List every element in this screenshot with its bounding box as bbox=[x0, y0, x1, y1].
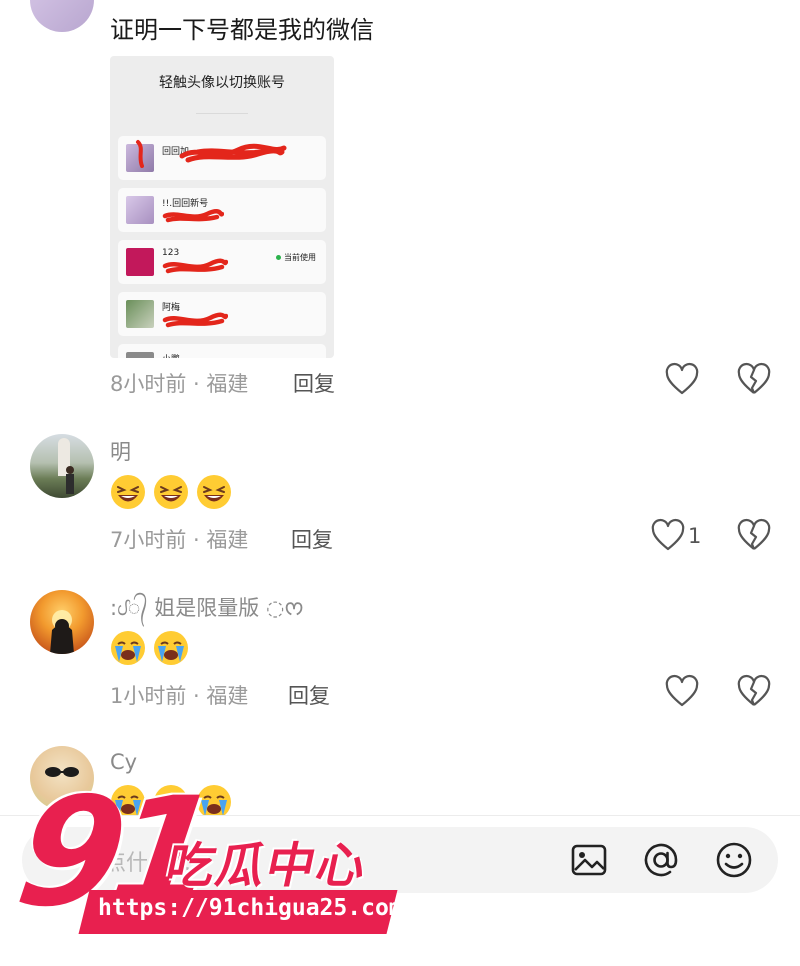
watermark-url: https://91chigua25.com bbox=[98, 895, 403, 921]
image-icon[interactable] bbox=[568, 839, 610, 881]
broken-heart-icon[interactable] bbox=[736, 518, 772, 554]
avatar[interactable] bbox=[30, 590, 94, 654]
loudly-crying-emoji bbox=[111, 631, 145, 665]
redaction-scribble bbox=[179, 143, 287, 163]
avatar[interactable] bbox=[30, 434, 94, 498]
username[interactable]: 明 bbox=[110, 436, 131, 466]
heart-icon[interactable] bbox=[664, 362, 700, 398]
comment-emojis bbox=[110, 630, 191, 666]
card-title: 轻触头像以切换账号 bbox=[159, 75, 285, 91]
redaction-scribble bbox=[162, 209, 224, 223]
watermark-logo-text: 吃瓜中心 bbox=[160, 838, 373, 894]
redaction-scribble bbox=[162, 258, 228, 274]
reply-button[interactable]: 回复 bbox=[293, 368, 335, 398]
avatar-image bbox=[58, 438, 74, 494]
account-avatar bbox=[126, 196, 154, 224]
reply-button[interactable]: 回复 bbox=[288, 680, 330, 710]
at-mention-icon[interactable] bbox=[640, 839, 682, 881]
broken-heart-icon[interactable] bbox=[736, 674, 772, 710]
heart-icon[interactable] bbox=[664, 674, 700, 710]
account-avatar bbox=[126, 352, 154, 358]
heart-icon[interactable] bbox=[650, 518, 686, 554]
grinning-squint-emoji bbox=[111, 475, 145, 509]
grinning-squint-emoji bbox=[154, 475, 189, 509]
account-avatar bbox=[126, 248, 154, 276]
grinning-squint-emoji bbox=[197, 475, 232, 509]
account-row: 回回加 bbox=[118, 136, 326, 180]
account-row: 阿梅 bbox=[118, 292, 326, 336]
divider bbox=[196, 113, 248, 114]
redaction-scribble bbox=[162, 312, 228, 328]
loudly-crying-emoji bbox=[154, 631, 189, 665]
like-count: 1 bbox=[688, 524, 702, 548]
account-row: 123 当前使用 bbox=[118, 240, 326, 284]
reply-button[interactable]: 回复 bbox=[291, 524, 333, 554]
account-avatar bbox=[126, 300, 154, 328]
avatar-image bbox=[50, 610, 74, 654]
comment-time-location: 7小时前 · 福建 bbox=[110, 528, 249, 552]
redaction-scribble bbox=[136, 140, 144, 168]
avatar[interactable] bbox=[30, 0, 94, 32]
comment-time-location: 1小时前 · 福建 bbox=[110, 684, 249, 708]
account-row: !!.回回新号 bbox=[118, 188, 326, 232]
comment-time-location: 8小时前 · 福建 bbox=[110, 372, 249, 396]
account-name: 小鹏 bbox=[162, 352, 180, 358]
comment-text: 证明一下号都是我的微信 bbox=[110, 16, 374, 44]
emoji-icon[interactable] bbox=[713, 839, 755, 881]
broken-heart-icon[interactable] bbox=[736, 362, 772, 398]
current-account-badge: 当前使用 bbox=[276, 252, 316, 263]
comment-image[interactable]: 轻触头像以切换账号 回回加 !!.回回新号 123 当前使用 阿梅 bbox=[110, 56, 334, 358]
account-row: 小鹏 bbox=[118, 344, 326, 358]
username[interactable]: :ᦔ᭄ 姐是限量版 ◌ᰔ bbox=[110, 592, 304, 631]
comment-emojis bbox=[110, 474, 234, 510]
